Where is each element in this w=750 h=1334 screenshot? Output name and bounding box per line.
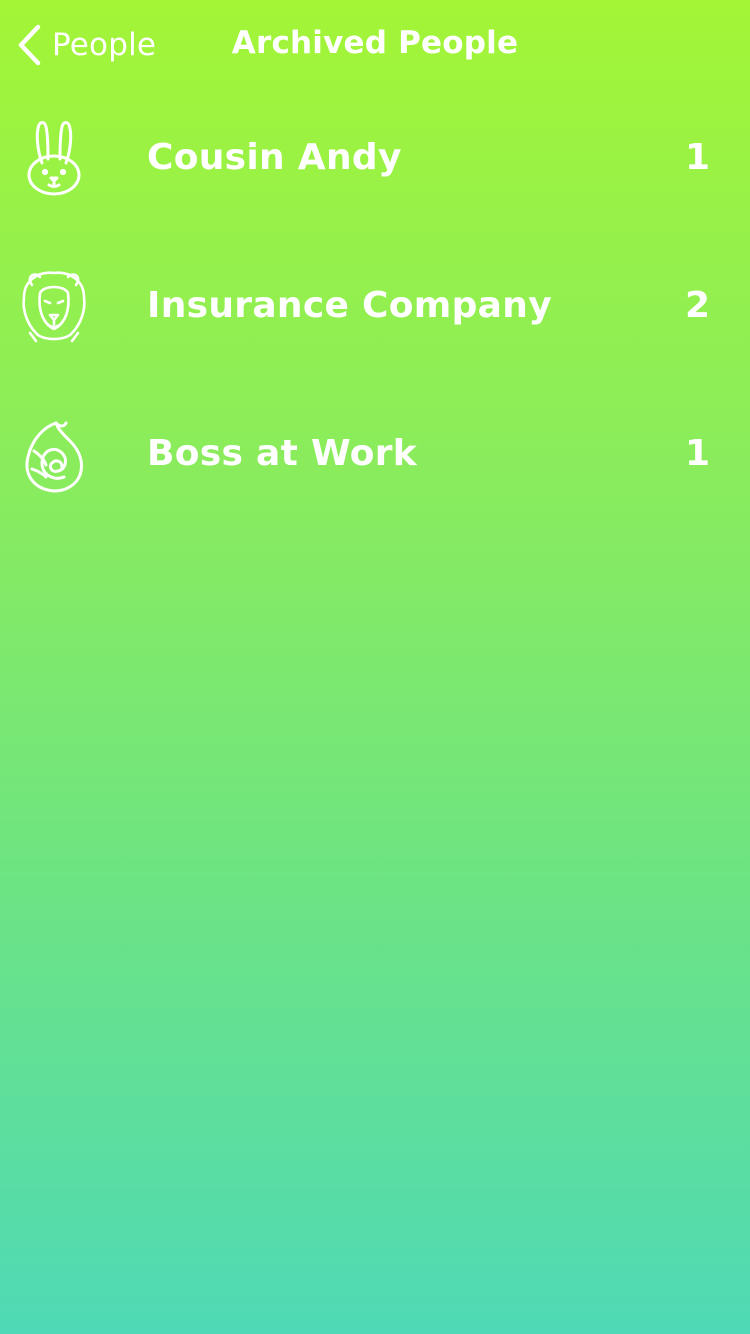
list-item[interactable]: Boss at Work 1 <box>0 381 750 529</box>
list-item[interactable]: Insurance Company 2 <box>0 233 750 381</box>
item-count: 2 <box>684 285 710 326</box>
person-name: Cousin Andy <box>147 137 402 178</box>
item-count: 1 <box>684 433 710 474</box>
person-name: Insurance Company <box>147 285 552 326</box>
archived-people-list: Cousin Andy 1 Insurance Company 2 Boss a… <box>0 85 750 529</box>
list-item[interactable]: Cousin Andy 1 <box>0 85 750 233</box>
navigation-bar: People Archived People <box>0 0 750 90</box>
person-name: Boss at Work <box>147 433 418 474</box>
page-title: Archived People <box>231 25 519 61</box>
item-count: 1 <box>684 137 710 178</box>
rabbit-icon <box>18 119 90 199</box>
lion-icon <box>18 267 90 347</box>
shell-icon <box>18 415 90 495</box>
